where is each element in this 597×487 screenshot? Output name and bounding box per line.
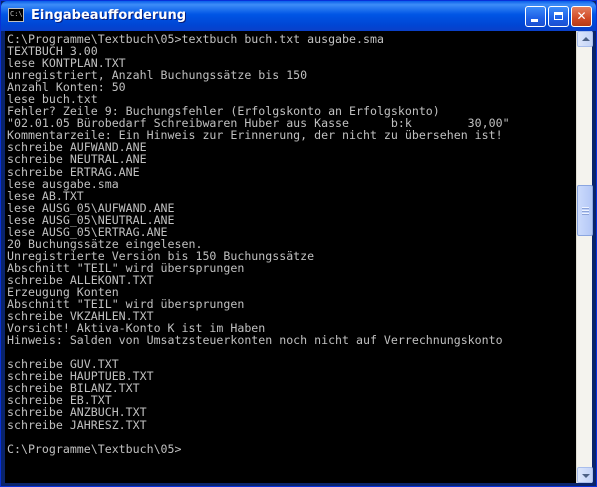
thumb-grip-line xyxy=(582,207,589,208)
command-prompt-window: C:\ Eingabeaufforderung ✕ C:\Programme\T… xyxy=(0,0,597,487)
minimize-button[interactable] xyxy=(525,6,546,27)
console-text[interactable]: C:\Programme\Textbuch\05>textbuch buch.t… xyxy=(5,31,576,455)
console-output[interactable]: C:\Programme\Textbuch\05>textbuch buch.t… xyxy=(5,31,576,483)
minimize-icon xyxy=(531,19,538,22)
maximize-button[interactable] xyxy=(548,6,569,27)
maximize-icon xyxy=(554,12,563,20)
scroll-down-button[interactable] xyxy=(577,467,593,483)
close-button[interactable]: ✕ xyxy=(571,6,592,27)
close-icon: ✕ xyxy=(576,9,587,23)
console-icon[interactable]: C:\ xyxy=(8,8,24,22)
thumb-grip-line xyxy=(582,213,589,214)
scroll-down-icon xyxy=(582,474,590,478)
scroll-thumb[interactable] xyxy=(577,185,593,236)
window-title: Eingabeaufforderung xyxy=(31,8,187,23)
scroll-up-icon xyxy=(582,37,590,41)
vertical-scrollbar[interactable] xyxy=(576,31,593,483)
scroll-up-button[interactable] xyxy=(577,31,593,47)
window-client-area: C:\Programme\Textbuch\05>textbuch buch.t… xyxy=(5,31,593,483)
title-bar[interactable]: C:\ Eingabeaufforderung ✕ xyxy=(1,1,596,31)
thumb-grip-line xyxy=(582,210,589,211)
